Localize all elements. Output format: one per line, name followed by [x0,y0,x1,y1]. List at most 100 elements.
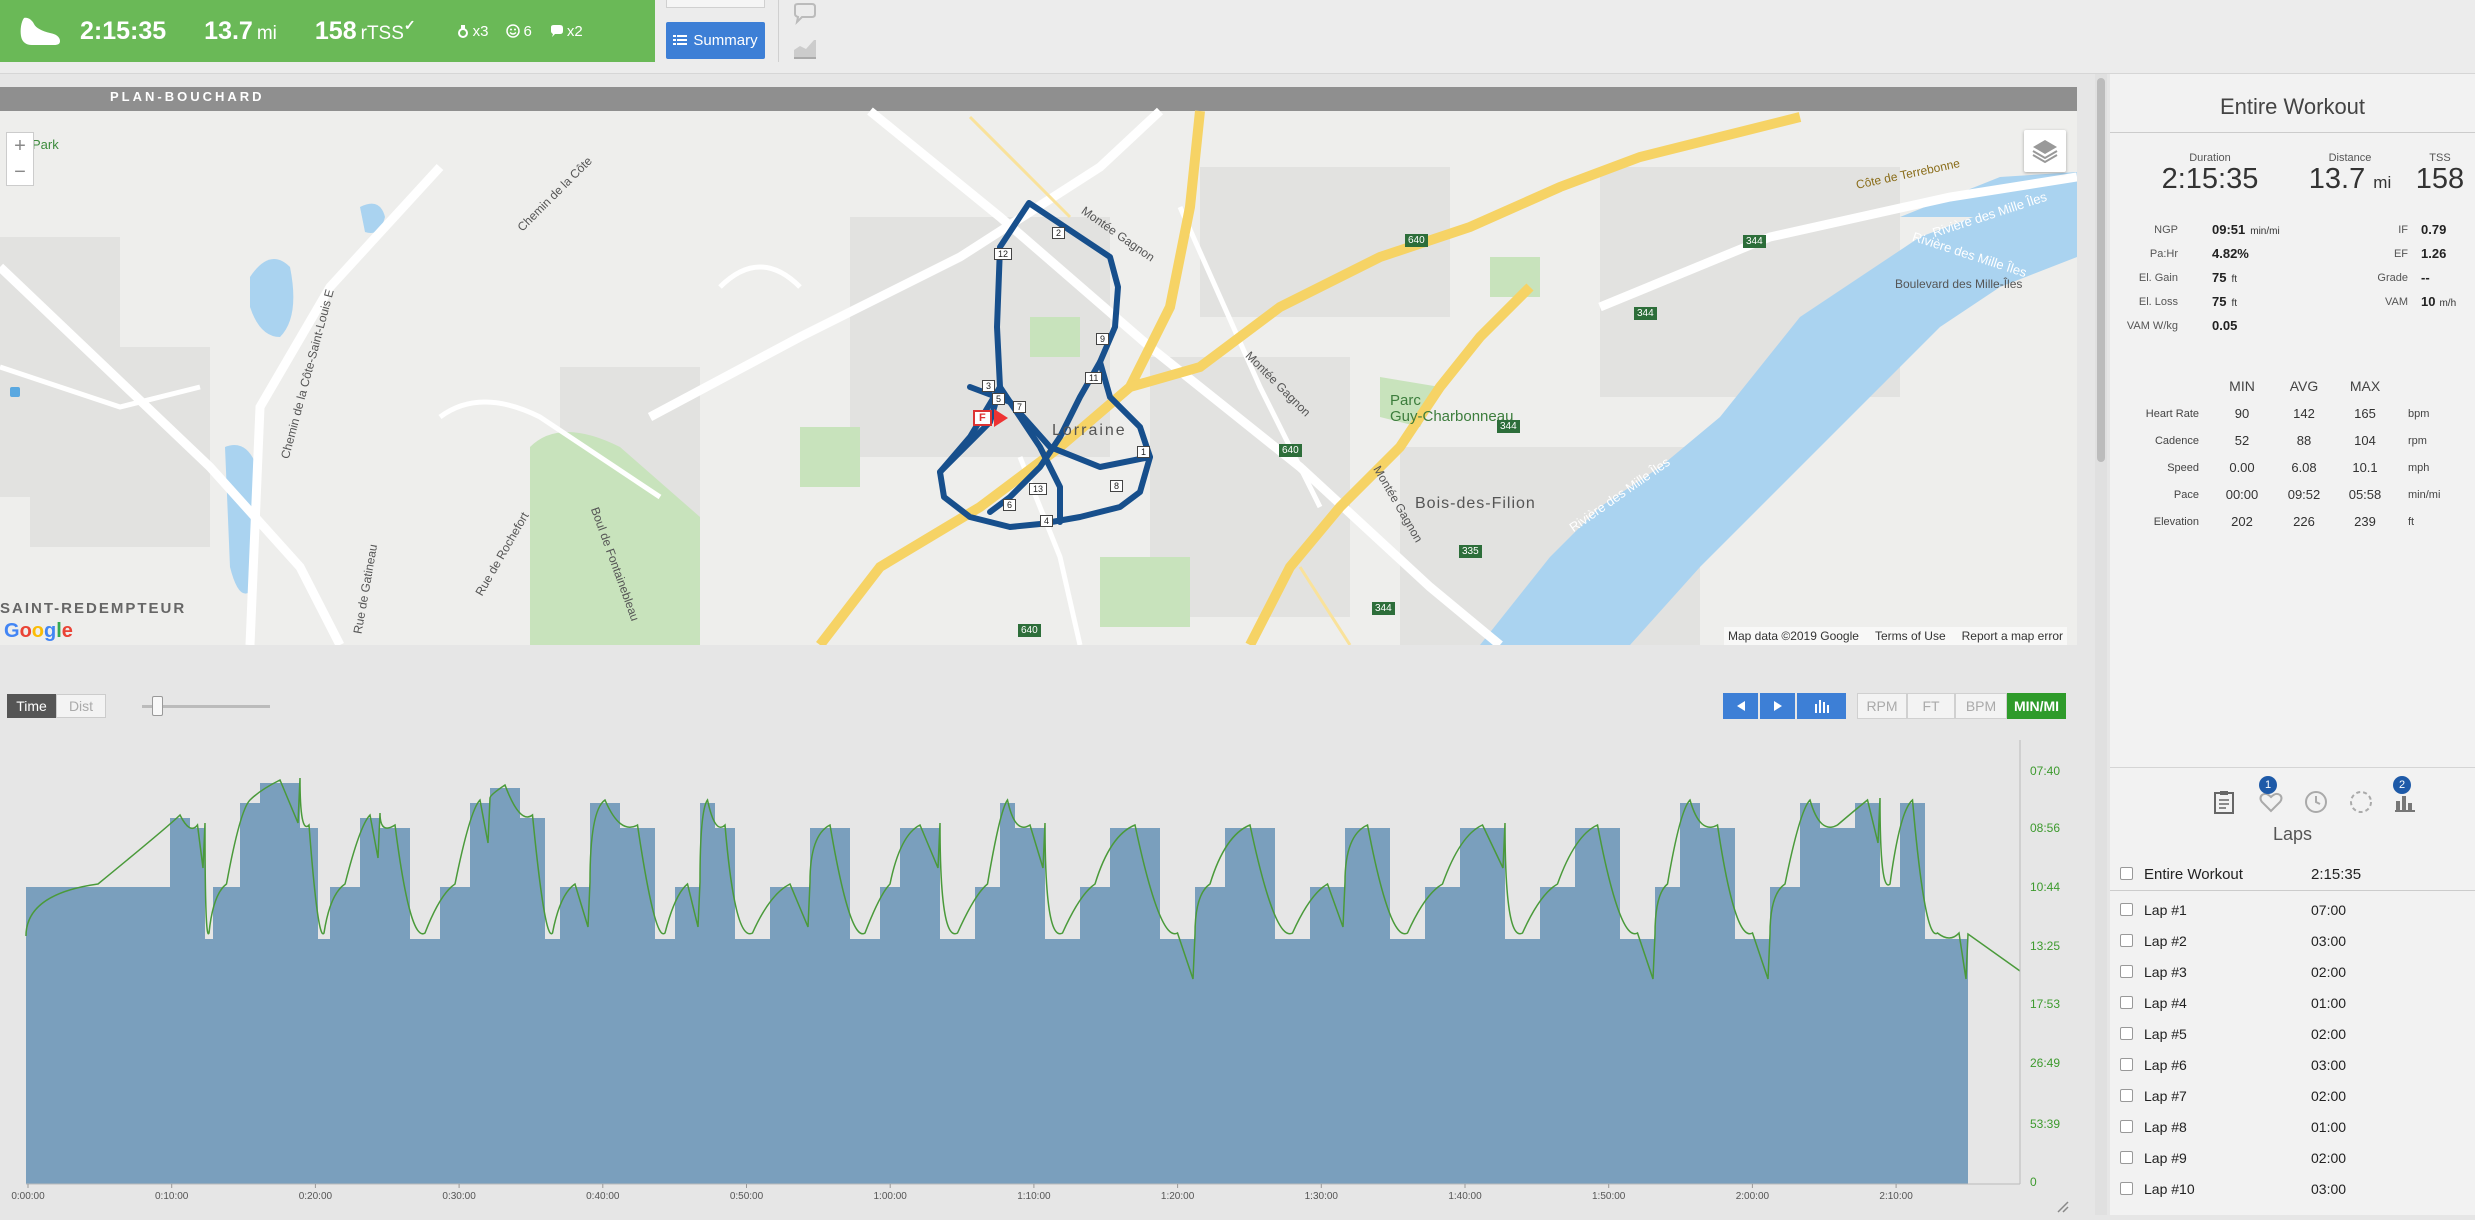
target-pace-step [1110,828,1160,1184]
x-tick-label: 0:10:00 [155,1191,189,1202]
zoom-out-icon[interactable]: − [7,159,33,185]
lap-row[interactable]: Lap #4 01:00 [2110,988,2475,1018]
metric-unit: min/mi [2250,226,2280,237]
map-layers-button[interactable] [2024,130,2066,172]
highway-shield-640-b: 640 [1279,444,1302,457]
lap-checkbox[interactable] [2120,1027,2133,1040]
analyze-chart-icon[interactable] [792,36,818,65]
metric-unit: ft [2231,274,2238,285]
lap-marker-3[interactable]: 3 [982,380,996,392]
resize-handle-icon[interactable] [2057,1201,2069,1213]
map-zoom-control[interactable]: + − [6,132,34,186]
highway-shield-640-a: 640 [1405,234,1428,247]
unit-ft-button[interactable]: FT [1907,693,1955,719]
lap-marker-8[interactable]: 8 [1110,480,1124,492]
route-map[interactable]: PLAN-BOUCHARD Park Lorraine Parc Guy-Cha… [0,87,2077,645]
lap-checkbox[interactable] [2120,934,2133,947]
map-report-link[interactable]: Report a map error [1962,629,2063,643]
map-scrollbar-thumb[interactable] [2097,78,2105,462]
unit-bpm-button[interactable]: BPM [1955,693,2007,719]
lap-marker-12[interactable]: 12 [994,248,1013,260]
zoom-in-icon[interactable]: + [7,133,33,159]
lap-marker-4[interactable]: 4 [1040,515,1054,527]
target-pace-step [300,828,318,1184]
workout-graph-canvas[interactable]: 0:00:00 0:10:00 0:20:00 0:30:00 0:40:00 0:50:… [0,736,2077,1215]
shoe-equipment-icon [457,25,468,38]
metric-value-number: 09:51 [2212,222,2246,237]
lap-marker-13[interactable]: 13 [1029,483,1048,495]
target-pace-area-group [26,783,1968,1184]
lap-row[interactable]: Lap #1 07:00 [2110,895,2475,925]
comment-bubble-icon[interactable] [792,2,818,31]
graph-controls: Time Dist RPM FT BPM MIN/MI [0,693,2077,721]
lap-checkbox[interactable] [2120,1151,2133,1164]
graph-prev-button[interactable] [1723,693,1758,719]
range-row-label: Elevation [2153,516,2199,528]
workout-graph[interactable]: 0:00:00 0:10:00 0:20:00 0:30:00 0:40:00 0:50:… [0,736,2077,1215]
unit-min-mi-button[interactable]: MIN/MI [2007,693,2066,719]
feel-indicator[interactable]: 6 [506,23,532,40]
lap-checkbox[interactable] [2120,867,2133,880]
lap-name: Lap #10 [2144,1181,2195,1197]
layers-icon [2032,140,2058,164]
lap-checkbox[interactable] [2120,965,2133,978]
highway-shield-344-d: 344 [1372,602,1395,615]
metric-value: 10 m/h [2421,294,2456,309]
graph-bars-button[interactable] [1797,693,1846,719]
notes-tab-icon[interactable] [2206,784,2242,820]
unit-rpm-button[interactable]: RPM [1857,693,1907,719]
target-pace-step [1310,887,1345,1184]
distance-stat: Distance 13.7 mi [2280,152,2420,198]
lap-row[interactable]: Lap #9 02:00 [2110,1143,2475,1173]
smoothing-slider-thumb[interactable] [152,696,163,716]
lap-checkbox[interactable] [2120,1058,2133,1071]
lap-row[interactable]: Lap #10 03:00 [2110,1174,2475,1204]
lap-checkbox[interactable] [2120,903,2133,916]
lap-row[interactable]: Lap #8 01:00 [2110,1112,2475,1142]
x-tick-label: 1:50:00 [1592,1191,1626,1202]
target-pace-step [1700,828,1735,1184]
lap-checkbox[interactable] [2120,1182,2133,1195]
lap-marker-2[interactable]: 2 [1052,227,1066,239]
lap-checkbox[interactable] [2120,1089,2133,1102]
map-label-boul-mille-iles: Boulevard des Mille-Îles [1895,277,2023,291]
range-row-max: 239 [2354,514,2376,529]
lap-marker-9[interactable]: 9 [1096,333,1110,345]
graph-next-button[interactable] [1760,693,1795,719]
distance-toggle-button[interactable]: Dist [56,694,106,718]
dashed-circle-tab-icon[interactable] [2343,784,2379,820]
lap-checkbox[interactable] [2120,1120,2133,1133]
lap-row[interactable]: Lap #3 02:00 [2110,957,2475,987]
lap-row[interactable]: Lap #7 02:00 [2110,1081,2475,1111]
comments-indicator[interactable]: x2 [550,23,583,40]
summary-button[interactable]: Summary [666,22,765,59]
map-terms-link[interactable]: Terms of Use [1875,629,1946,643]
equipment-indicator[interactable]: x3 [456,23,488,40]
lap-marker-11[interactable]: 11 [1085,372,1103,384]
clock-tab-icon[interactable] [2298,784,2334,820]
lap-marker-7[interactable]: 7 [1013,401,1027,413]
lap-row[interactable]: Lap #2 03:00 [2110,926,2475,956]
triangle-right-icon [1773,701,1782,711]
lap-marker-1[interactable]: 1 [1137,446,1151,458]
top-tab-placeholder[interactable] [666,0,765,8]
lap-name: Lap #6 [2144,1057,2187,1073]
range-row-min: 52 [2234,433,2250,448]
metric-label: Grade [2377,272,2408,284]
target-pace-step [620,828,655,1184]
lap-row[interactable]: Lap #5 02:00 [2110,1019,2475,1049]
metric-unit: ft [2231,298,2238,309]
comments-icon [550,25,563,37]
metric-label: EF [2393,248,2408,260]
header-divider [778,0,779,62]
target-pace-step [850,939,880,1184]
metric-label: VAM W/kg [2126,320,2178,332]
finish-marker[interactable]: F [973,410,992,426]
time-toggle-button[interactable]: Time [7,694,56,718]
target-pace-step [900,828,940,1184]
lap-row-entire-workout[interactable]: Entire Workout 2:15:35 [2110,859,2475,889]
lap-row[interactable]: Lap #6 03:00 [2110,1050,2475,1080]
lap-marker-6[interactable]: 6 [1003,499,1017,511]
lap-marker-5[interactable]: 5 [992,393,1006,405]
lap-checkbox[interactable] [2120,996,2133,1009]
